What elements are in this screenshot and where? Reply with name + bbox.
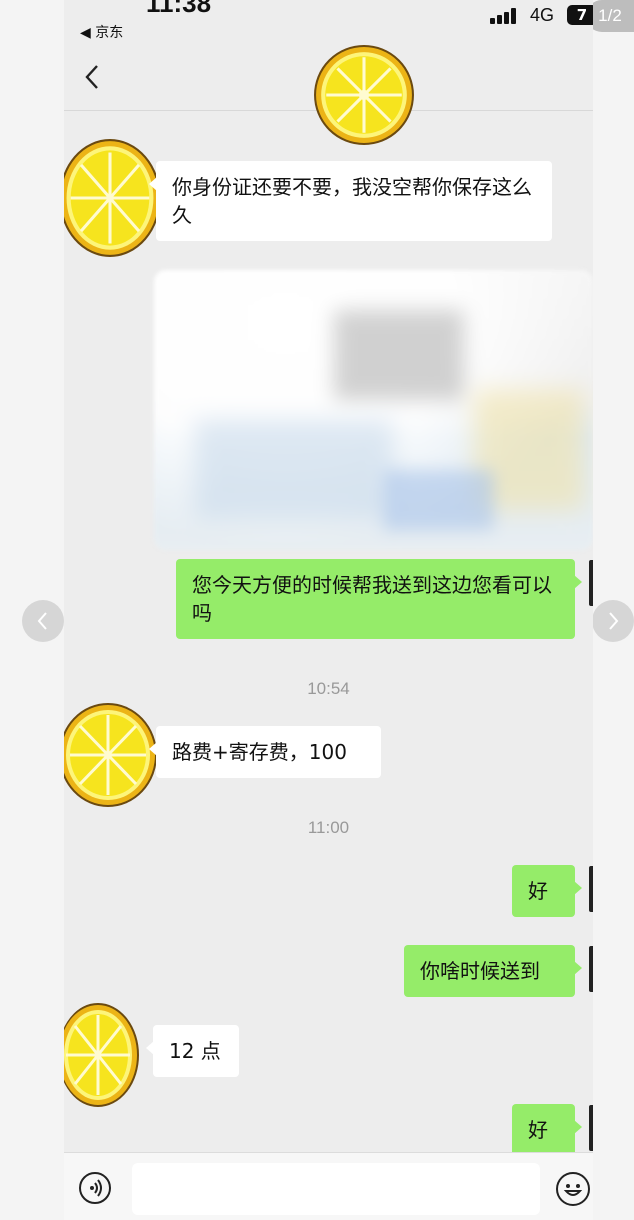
next-image-button[interactable] — [592, 600, 634, 642]
back-arrow-icon[interactable] — [82, 64, 104, 90]
received-message[interactable]: 你身份证还要不要，我没空帮你保存这么久 — [149, 161, 552, 241]
lemon-sticker-title — [314, 45, 414, 145]
redacted-image-message — [154, 270, 593, 550]
back-to-app-link[interactable]: ◀ 京东 — [80, 22, 123, 42]
page-counter: 1/2 — [586, 0, 634, 32]
network-type: 4G — [530, 5, 555, 25]
received-message[interactable]: 12 点 — [146, 1025, 239, 1077]
sent-message[interactable]: 你啥时候送到 — [404, 945, 582, 997]
voice-button[interactable] — [79, 1172, 111, 1204]
battery-indicator: 7 — [567, 5, 593, 25]
chat-input-bar — [64, 1152, 593, 1220]
chevron-left-icon — [37, 612, 47, 630]
message-timestamp: 10:54 — [307, 679, 350, 698]
status-time: 11:38 — [146, 0, 212, 18]
contact-avatar-lemon — [64, 1003, 139, 1107]
emoji-button[interactable] — [556, 1172, 590, 1206]
chevron-right-icon — [609, 612, 619, 630]
sent-message[interactable]: 好 — [512, 1104, 582, 1156]
contact-avatar-lemon — [64, 139, 161, 257]
sent-message[interactable]: 您今天方便的时候帮我送到这边您看可以吗 — [176, 559, 582, 639]
contact-avatar-lemon — [64, 703, 157, 807]
self-avatar — [589, 1105, 593, 1151]
voice-icon — [90, 1179, 102, 1197]
received-message[interactable]: 路费+寄存费，100 — [149, 726, 381, 778]
phone-screenshot: 11:38 ◀ 京东 4G 7 你身份证还要不要，我没空帮你保存这么久 您今天方… — [64, 0, 593, 1220]
self-avatar — [589, 946, 593, 992]
status-bar: 11:38 ◀ 京东 4G 7 — [64, 0, 593, 44]
self-avatar — [589, 560, 593, 606]
sent-message[interactable]: 好 — [512, 865, 582, 917]
message-input[interactable] — [132, 1163, 540, 1215]
emoji-icon — [563, 1184, 583, 1196]
self-avatar — [589, 866, 593, 912]
signal-icon — [490, 8, 520, 24]
prev-image-button[interactable] — [22, 600, 64, 642]
message-timestamp: 11:00 — [307, 818, 350, 837]
